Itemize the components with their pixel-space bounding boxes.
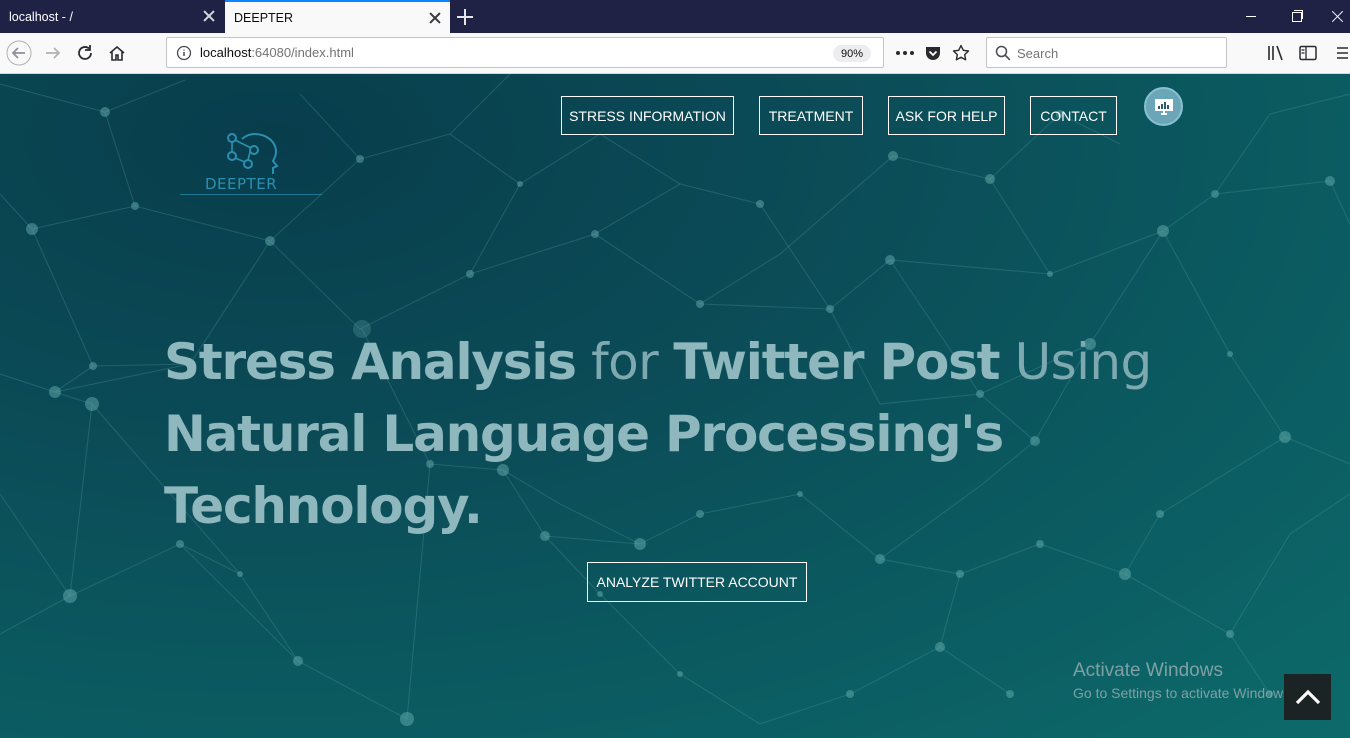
pocket-icon bbox=[926, 47, 940, 60]
browser-tab-strip: localhost - / DEEPTER bbox=[0, 0, 1350, 33]
deepter-logo[interactable]: DEEPTER bbox=[180, 132, 322, 196]
search-input[interactable] bbox=[1017, 44, 1217, 62]
hero-line-2: Natural Language Processing's bbox=[164, 398, 1164, 470]
page-actions-button[interactable] bbox=[892, 40, 918, 66]
back-arrow-icon bbox=[6, 40, 32, 66]
home-icon bbox=[109, 45, 125, 61]
bookmark-button[interactable] bbox=[948, 40, 974, 66]
reload-icon bbox=[78, 45, 92, 60]
hero-word-using: Using bbox=[999, 333, 1153, 391]
hero-heading: Stress Analysis for Twitter Post Using N… bbox=[164, 326, 1164, 542]
menu-button[interactable] bbox=[1332, 40, 1350, 66]
watermark-subtitle: Go to Settings to activate Windows. bbox=[1073, 685, 1294, 701]
hero-line-3-text: Technology. bbox=[164, 477, 483, 535]
logo-underline bbox=[180, 194, 322, 195]
url-path: :64080/index.html bbox=[251, 45, 354, 60]
search-icon bbox=[995, 45, 1011, 61]
tab-title: localhost - / bbox=[9, 9, 73, 24]
brain-network-logo-icon bbox=[227, 133, 279, 174]
hamburger-menu-icon bbox=[1337, 47, 1348, 59]
dashboard-button[interactable] bbox=[1144, 87, 1183, 126]
scroll-to-top-button[interactable] bbox=[1284, 674, 1331, 720]
url-text[interactable]: localhost:64080/index.html bbox=[200, 45, 354, 60]
pocket-button[interactable] bbox=[920, 40, 946, 66]
web-page: DEEPTER STRESS INFORMATION TREATMENT ASK… bbox=[0, 74, 1350, 738]
home-button[interactable] bbox=[104, 40, 130, 66]
hero-line-2-text: Natural Language Processing's bbox=[164, 405, 1004, 463]
close-window-button[interactable] bbox=[1320, 0, 1350, 33]
more-dots-icon bbox=[896, 51, 914, 55]
monitor-chart-icon bbox=[1155, 99, 1173, 115]
browser-nav-bar: localhost:64080/index.html 90% bbox=[0, 33, 1350, 74]
hero-line-1: Stress Analysis for Twitter Post Using bbox=[164, 326, 1164, 398]
info-icon bbox=[176, 45, 192, 61]
logo-text: DEEPTER bbox=[205, 175, 278, 193]
restore-window-button[interactable] bbox=[1274, 0, 1320, 33]
browser-search-box[interactable] bbox=[986, 37, 1227, 68]
sidebar-button[interactable] bbox=[1295, 40, 1321, 66]
close-tab-icon[interactable] bbox=[202, 9, 216, 23]
close-tab-icon[interactable] bbox=[428, 11, 442, 25]
tab-deepter[interactable]: DEEPTER bbox=[225, 0, 450, 33]
hero-word-twitter-post: Twitter Post bbox=[673, 333, 1000, 391]
activate-windows-watermark: Activate Windows Go to Settings to activ… bbox=[1073, 660, 1294, 701]
watermark-title: Activate Windows bbox=[1073, 660, 1223, 681]
reload-button[interactable] bbox=[72, 40, 98, 66]
url-host: localhost bbox=[200, 45, 252, 60]
zoom-indicator[interactable]: 90% bbox=[833, 45, 871, 62]
forward-arrow-icon bbox=[46, 47, 61, 59]
nav-contact[interactable]: CONTACT bbox=[1030, 96, 1117, 135]
sidebar-icon bbox=[1299, 45, 1317, 61]
address-bar[interactable]: localhost:64080/index.html 90% bbox=[166, 37, 884, 68]
tab-title: DEEPTER bbox=[234, 10, 294, 25]
star-icon bbox=[952, 44, 970, 61]
hero-word-for: for bbox=[575, 333, 674, 391]
library-icon bbox=[1268, 45, 1283, 61]
library-button[interactable] bbox=[1263, 40, 1289, 66]
chevron-up-icon bbox=[1295, 689, 1320, 705]
nav-stress-information[interactable]: STRESS INFORMATION bbox=[561, 96, 734, 135]
nav-ask-for-help[interactable]: ASK FOR HELP bbox=[888, 96, 1005, 135]
back-button[interactable] bbox=[6, 40, 32, 66]
forward-button[interactable] bbox=[40, 40, 66, 66]
nav-treatment[interactable]: TREATMENT bbox=[759, 96, 863, 135]
hero-word-stress-analysis: Stress Analysis bbox=[164, 333, 577, 391]
tab-localhost[interactable]: localhost - / bbox=[0, 0, 224, 33]
analyze-twitter-account-button[interactable]: ANALYZE TWITTER ACCOUNT bbox=[587, 562, 807, 602]
hero-line-3: Technology. bbox=[164, 470, 1164, 542]
new-tab-plus-icon[interactable] bbox=[455, 7, 475, 27]
minimize-window-button[interactable] bbox=[1228, 0, 1274, 33]
